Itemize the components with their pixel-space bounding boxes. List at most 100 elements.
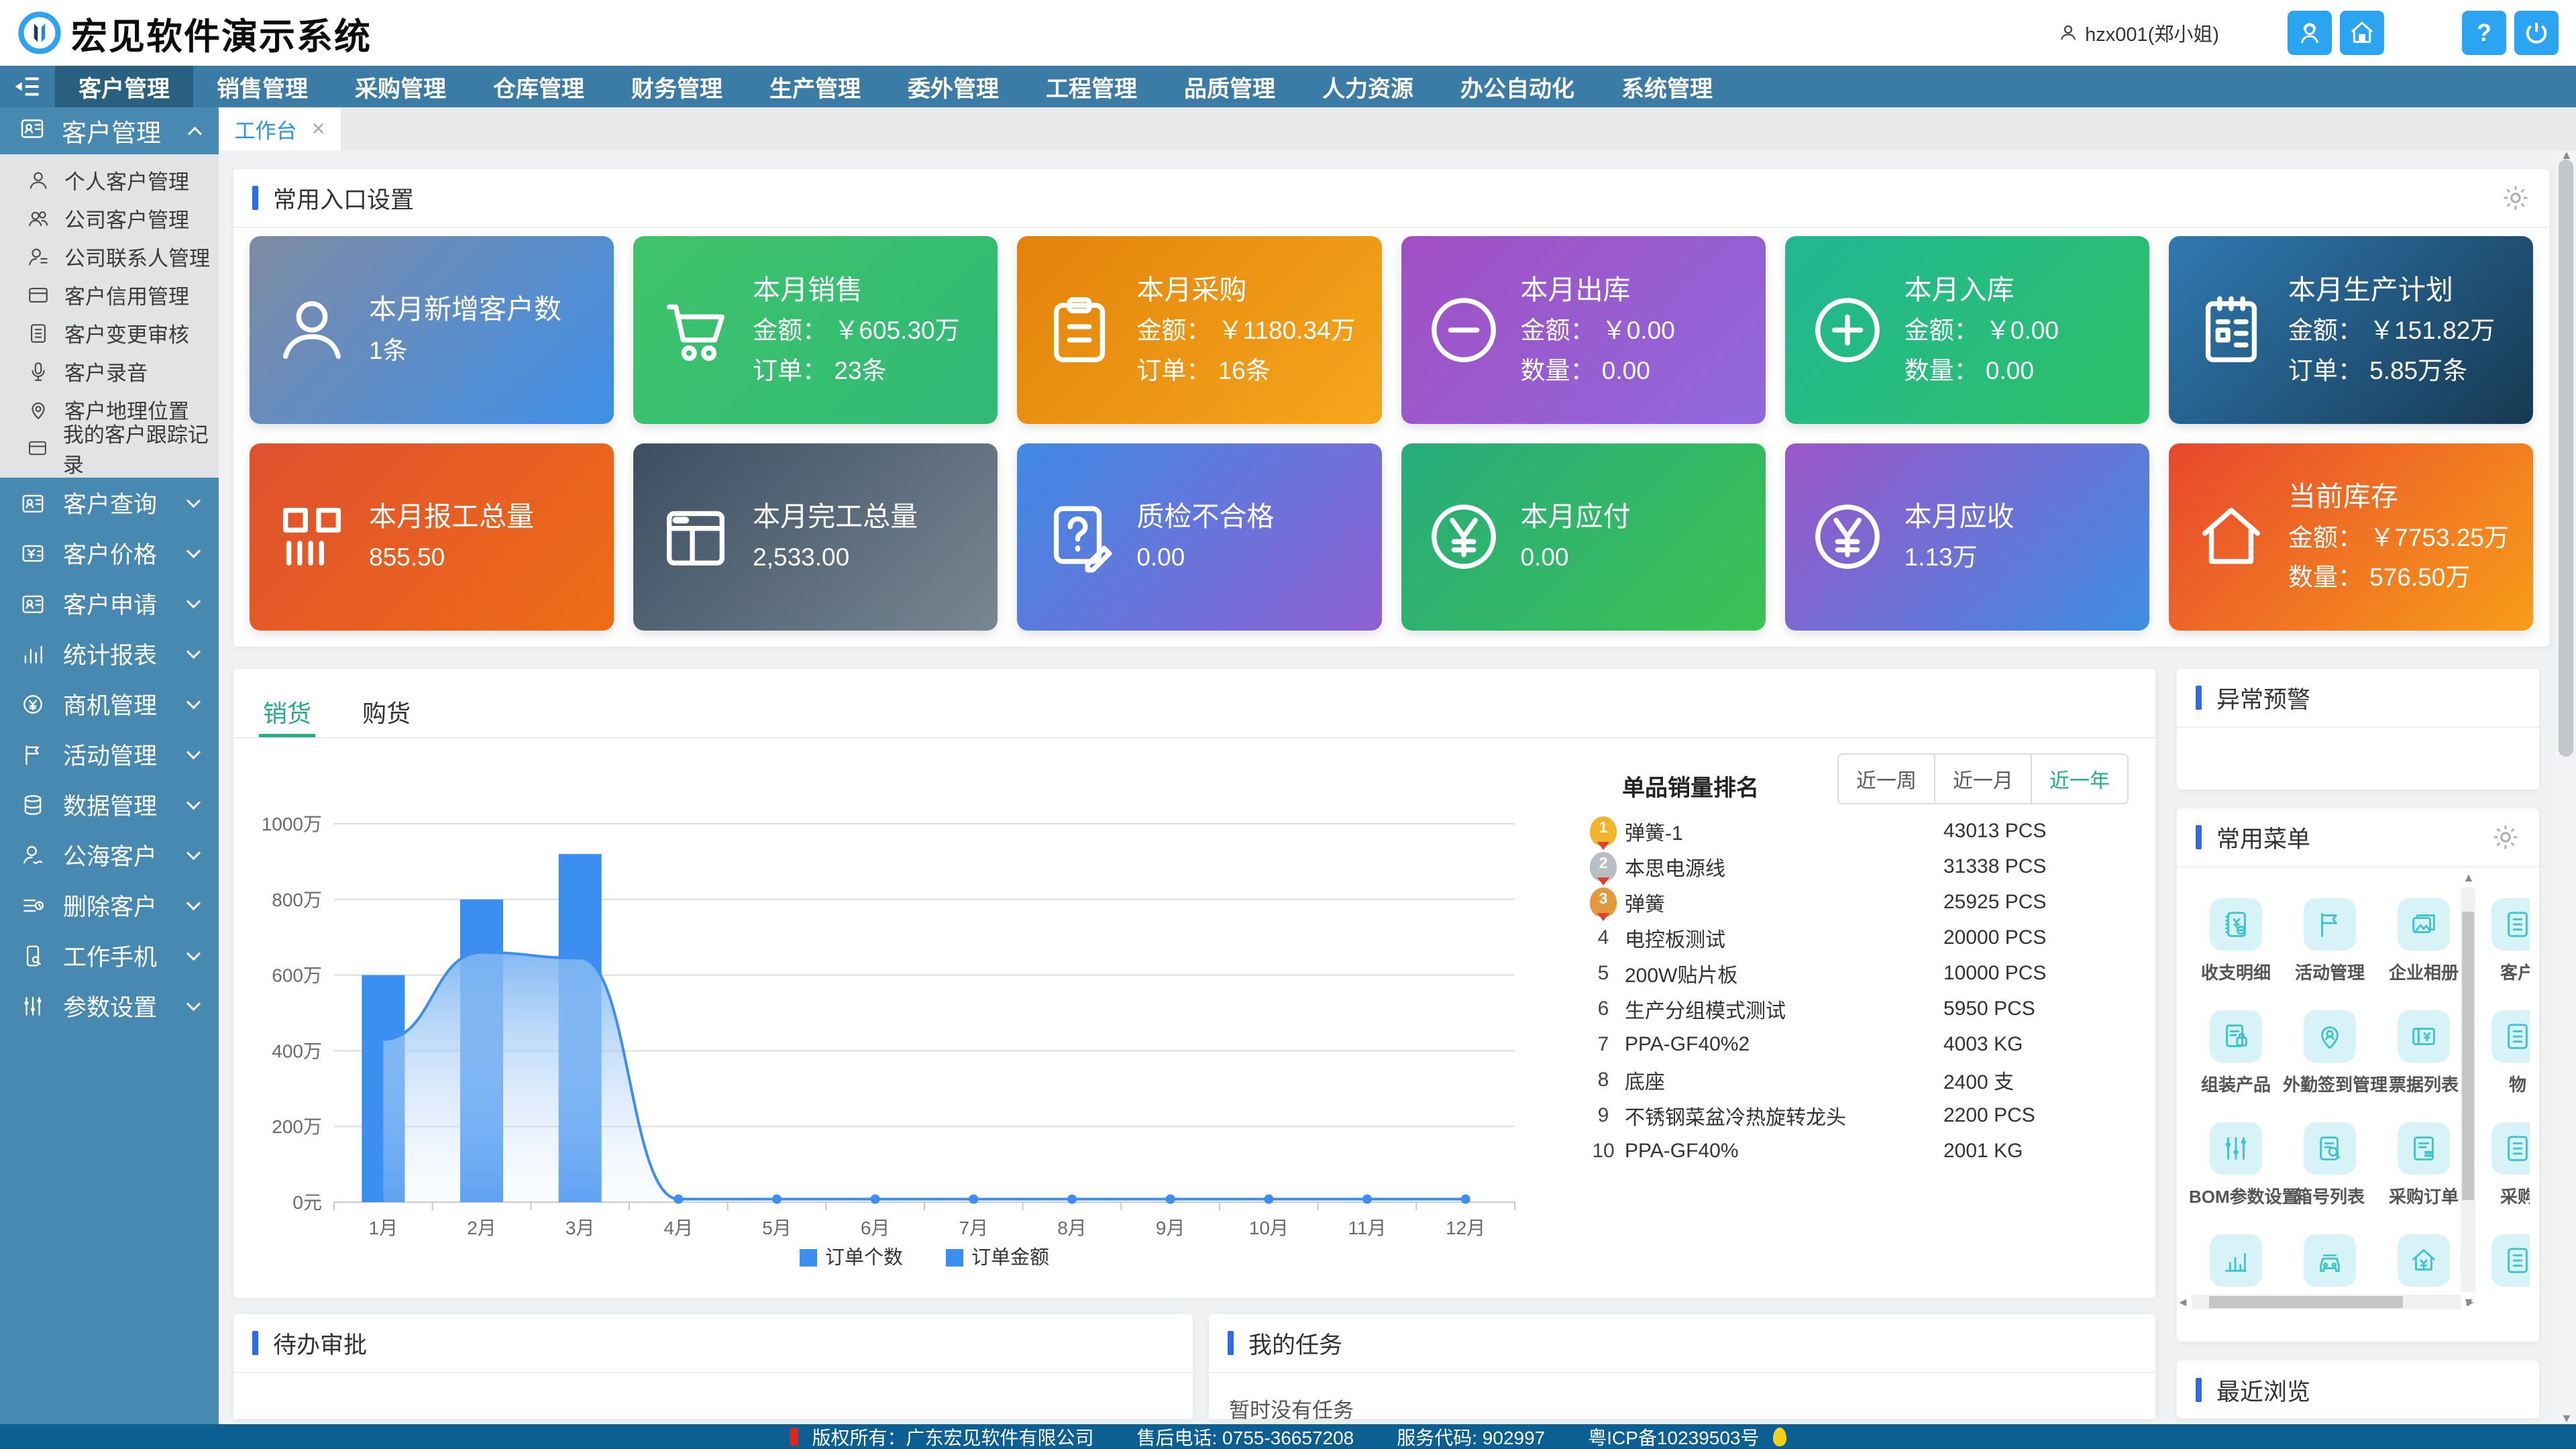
- sidebar-group-1[interactable]: 客户价格: [0, 528, 219, 578]
- nav-item-5[interactable]: 生产管理: [746, 66, 884, 107]
- sidebar-group-4[interactable]: 商机管理: [0, 679, 219, 729]
- entry-card-7[interactable]: 本月完工总量2,533.00: [633, 443, 998, 631]
- quick-entry-title: 常用入口设置: [273, 181, 414, 215]
- sidebar-group-7[interactable]: 公海客户: [0, 830, 219, 880]
- nav-item-0[interactable]: 客户管理: [55, 66, 193, 107]
- svg-text:12月: 12月: [1446, 1218, 1485, 1238]
- menu-item-4[interactable]: 组装产品: [2189, 1001, 2283, 1113]
- sidebar-collapse-button[interactable]: [0, 66, 55, 107]
- menu-item-12[interactable]: 采购统计总表: [2189, 1225, 2283, 1291]
- entry-card-9[interactable]: 本月应付0.00: [1401, 443, 1766, 631]
- ranking-product-name: 不锈钢菜盆冷热旋转龙头: [1625, 1101, 1943, 1130]
- sidebar-group-6[interactable]: 数据管理: [0, 780, 219, 830]
- entry-card-3[interactable]: 本月出库金额： ￥0.00数量： 0.00: [1401, 236, 1766, 424]
- nav-item-1[interactable]: 销售管理: [193, 66, 331, 107]
- svg-text:600万: 600万: [272, 965, 322, 986]
- entry-card-8[interactable]: 质检不合格0.00: [1017, 443, 1381, 631]
- section-accent-bar: [2196, 825, 2202, 849]
- tab-close-icon[interactable]: ×: [312, 116, 325, 142]
- ranking-row-4: 4电控板测试20000 PCS: [1582, 920, 2131, 955]
- menu-item-6[interactable]: 票据列表: [2377, 1001, 2471, 1113]
- svg-text:8月: 8月: [1057, 1218, 1087, 1238]
- entry-card-0[interactable]: 本月新增客户数1条: [250, 236, 614, 424]
- menu-item-3[interactable]: 客户: [2471, 889, 2530, 1001]
- page-scrollbar[interactable]: ▲ ▼: [2556, 150, 2576, 1424]
- chevron-down-icon: [186, 846, 201, 860]
- menu-item-2[interactable]: 企业相册: [2377, 889, 2471, 1001]
- main-nav: 客户管理销售管理采购管理仓库管理财务管理生产管理委外管理工程管理品质管理人力资源…: [0, 66, 2576, 107]
- sidebar-subitem-4[interactable]: 客户变更审核: [0, 314, 219, 352]
- nav-item-11[interactable]: 系统管理: [1598, 66, 1736, 107]
- sidebar-subitem-2[interactable]: 公司联系人管理: [0, 237, 219, 276]
- menu-item-9[interactable]: 箱号列表: [2283, 1113, 2377, 1225]
- customer-service-button[interactable]: [2288, 11, 2332, 55]
- menu-vertical-scrollbar[interactable]: ▲ ▼: [2461, 888, 2475, 1292]
- menu-item-15[interactable]: 个人: [2471, 1225, 2530, 1291]
- menu-item-1[interactable]: 活动管理: [2283, 889, 2377, 1001]
- sidebar-subitem-0[interactable]: 个人客户管理: [0, 161, 219, 199]
- sales-chart-section: 销货购货 近一周近一月近一年 0元200万400万600万800万1000万1月…: [233, 669, 2155, 1298]
- svg-text:200万: 200万: [272, 1116, 322, 1137]
- entry-card-2[interactable]: 本月采购金额： ￥1180.34万订单： 16条: [1017, 236, 1381, 424]
- menu-item-7[interactable]: 物: [2471, 1001, 2530, 1113]
- sidebar-section-customer-management[interactable]: 客户管理: [0, 107, 219, 154]
- power-button[interactable]: [2514, 11, 2559, 55]
- entry-card-1[interactable]: 本月销售金额： ￥605.30万订单： 23条: [633, 236, 998, 424]
- sidebar-section-label: 客户管理: [62, 113, 161, 149]
- sidebar-group-2[interactable]: 客户申请: [0, 578, 219, 629]
- home-button[interactable]: [2340, 11, 2384, 55]
- nav-item-9[interactable]: 人力资源: [1299, 66, 1437, 107]
- price-icon: [20, 541, 46, 566]
- menu-item-10[interactable]: 采购订单: [2377, 1113, 2471, 1225]
- chevron-down-icon: [186, 594, 201, 608]
- sidebar-group-9[interactable]: 工作手机: [0, 930, 219, 981]
- entry-card-4[interactable]: 本月入库金额： ￥0.00数量： 0.00: [1785, 236, 2149, 424]
- entry-card-10[interactable]: 本月应收1.13万: [1785, 443, 2149, 631]
- entry-card-6[interactable]: 本月报工总量855.50: [250, 443, 614, 631]
- menu-item-0[interactable]: 收支明细: [2189, 889, 2283, 1001]
- menu-item-5[interactable]: 外勤签到管理: [2283, 1001, 2377, 1113]
- nav-item-2[interactable]: 采购管理: [331, 66, 470, 107]
- sidebar-subitem-5[interactable]: 客户录音: [0, 352, 219, 390]
- menu-item-13[interactable]: 用车管理: [2283, 1225, 2377, 1291]
- tab-workbench[interactable]: 工作台 ×: [219, 107, 341, 150]
- menu-item-8[interactable]: BOM参数设置: [2189, 1113, 2283, 1225]
- sidebar-group-3[interactable]: 统计报表: [0, 629, 219, 679]
- nav-item-3[interactable]: 仓库管理: [470, 66, 608, 107]
- entry-card-5[interactable]: 本月生产计划金额： ￥151.82万订单： 5.85万条: [2169, 236, 2533, 424]
- docsearch-icon: [2314, 1133, 2345, 1164]
- sidebar-group-0[interactable]: 客户查询: [0, 478, 219, 528]
- chart-tab-1[interactable]: 购货: [362, 669, 411, 737]
- page-scrollbar-thumb[interactable]: [2559, 160, 2573, 757]
- docq-icon: [1040, 497, 1119, 576]
- sidebar-subitem-3[interactable]: 客户信用管理: [0, 276, 219, 314]
- nav-item-4[interactable]: 财务管理: [608, 66, 746, 107]
- menu-item-14[interactable]: 商业机会管理: [2377, 1225, 2471, 1291]
- coin-icon: [20, 692, 46, 717]
- nav-item-10[interactable]: 办公自动化: [1437, 66, 1598, 107]
- nav-item-8[interactable]: 品质管理: [1161, 66, 1299, 107]
- user-info[interactable]: hzx001(郑小姐): [2058, 19, 2219, 47]
- entry-card-11[interactable]: 当前库存金额： ￥7753.25万数量： 576.50万: [2169, 443, 2533, 631]
- ranking-product-value: 2200 PCS: [1943, 1104, 2131, 1127]
- people-icon: [27, 207, 50, 230]
- chevron-down-icon: [186, 997, 201, 1011]
- gear-icon[interactable]: [2491, 822, 2520, 852]
- ranking-title: 单品销量排名: [1582, 769, 2131, 802]
- svg-text:1000万: 1000万: [262, 814, 322, 835]
- menu-item-11[interactable]: 采购: [2471, 1113, 2530, 1225]
- gear-icon[interactable]: [2501, 183, 2530, 213]
- sidebar-subitem-1[interactable]: 公司客户管理: [0, 199, 219, 237]
- sidebar-subitem-7[interactable]: 我的客户跟踪记录: [0, 429, 219, 467]
- sidebar-group-5[interactable]: 活动管理: [0, 729, 219, 780]
- nav-item-6[interactable]: 委外管理: [884, 66, 1022, 107]
- help-button[interactable]: ?: [2462, 11, 2506, 55]
- sidebar-group-10[interactable]: 参数设置: [0, 981, 219, 1031]
- hamburger-icon: [14, 75, 41, 98]
- bulb-icon: [1773, 1428, 1786, 1446]
- menu-horizontal-scrollbar[interactable]: ◄ ►: [2192, 1295, 2461, 1309]
- chart-icon: [20, 641, 46, 667]
- nav-item-7[interactable]: 工程管理: [1022, 66, 1161, 107]
- sidebar-group-8[interactable]: 删除客户: [0, 880, 219, 930]
- chart-tab-0[interactable]: 销货: [263, 669, 311, 737]
